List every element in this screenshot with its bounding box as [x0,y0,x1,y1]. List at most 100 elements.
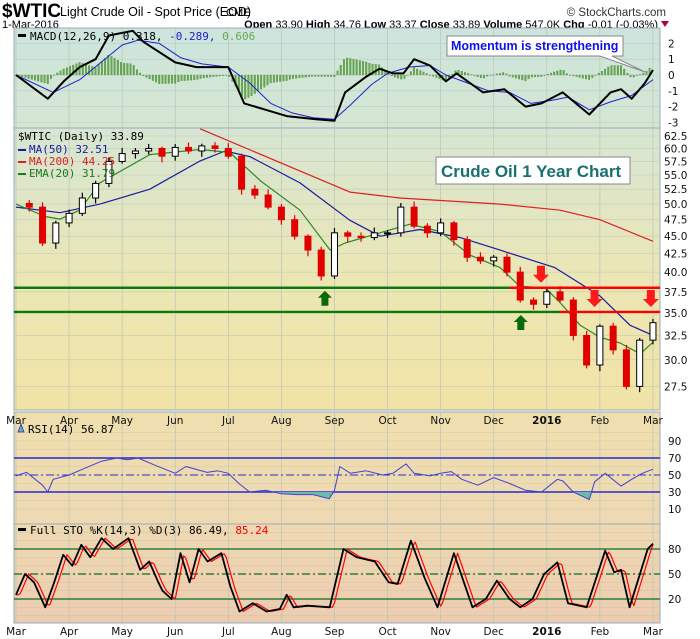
macd-histogram-bar [282,74,285,82]
macd-histogram-bar [479,74,482,78]
ma50-legend-swatch [18,149,26,151]
macd-histogram-bar [209,74,212,78]
macd-histogram-bar [460,71,463,76]
candle-down [410,206,418,227]
macd-histogram-bar [419,70,422,76]
macd-histogram-bar [69,66,71,76]
macd-histogram-bar [575,74,578,77]
candle-up [92,182,100,199]
candle-down [622,349,630,387]
macd-histogram-bar [409,71,412,76]
macd-histogram-bar [600,71,603,76]
candle-down [211,145,219,149]
macd-histogram-bar [514,74,517,79]
macd-legend-label: MACD(12,26,9) [30,30,116,43]
macd-histogram-bar [43,74,46,84]
candle-down [25,202,33,208]
macd-histogram-bar [161,74,164,84]
macd-histogram-bar [400,74,403,80]
month-label: Jul [221,415,235,427]
month-label: Sep [325,415,345,427]
macd-histogram-bar [416,68,419,76]
macd-histogram-bar [645,70,648,76]
candle-down [569,299,577,336]
macd-histogram-bar [59,70,62,76]
chart-title: Crude Oil 1 Year Chart [441,162,621,181]
candle-down [277,206,285,221]
macd-histogram-bar [40,74,43,83]
price-tick-label: 57.5 [664,156,687,168]
month-label: Feb [591,415,610,427]
macd-histogram-bar [591,74,594,78]
macd-histogram-bar [342,59,345,76]
candle-up [596,325,604,366]
macd-histogram-bar [578,74,581,78]
macd-histogram-bar [135,69,138,76]
macd-histogram-bar [390,74,393,77]
candle-up [437,222,445,234]
candle-up [171,146,179,157]
macd-histogram-bar [253,74,256,94]
macd-histogram-bar [511,74,514,78]
macd-histogram-bar [553,71,556,76]
macd-histogram-bar [534,74,536,78]
macd-histogram-bar [473,74,476,76]
macd-histogram-bar [562,70,565,76]
macd-histogram-bar [215,74,218,77]
macd-histogram-bar [362,61,364,76]
month-label-bottom: Dec [484,626,505,638]
candle-up [490,256,498,262]
candle-down [158,147,166,157]
candle-up [370,232,378,239]
momentum-callout-text: Momentum is strengthening [451,39,618,53]
macd-histogram-bar [502,72,505,76]
candle-down [463,239,471,258]
month-label-bottom: May [111,626,133,638]
macd-histogram-bar [642,72,645,76]
macd-histogram-bar [505,73,508,76]
macd-histogram-bar [218,74,221,77]
macd-histogram-bar [292,74,294,79]
macd-histogram-bar [508,74,511,77]
candle-down [39,206,47,244]
price-tick-label: 42.5 [664,249,687,261]
macd-histogram-bar [327,74,329,77]
candle-up [131,150,139,155]
macd-histogram-bar [635,74,638,76]
macd-histogram-bar [113,58,116,76]
macd-histogram-bar [272,74,275,83]
macd-tick-label: -2 [668,102,678,114]
macd-histogram-bar [142,74,145,76]
macd-histogram-bar [543,74,546,76]
macd-histogram-bar [518,74,521,80]
macd-histogram-bar [129,63,132,76]
macd-histogram-bar [186,74,189,81]
macd-histogram-bar [432,74,435,77]
macd-histogram-bar [247,74,250,98]
macd-histogram-bar [126,63,129,76]
macd-histogram-bar [530,74,533,78]
macd-histogram-bar [499,73,501,76]
macd-histogram-bar [393,74,396,78]
macd-histogram-bar [65,67,68,76]
macd-histogram-bar [403,74,406,79]
candle-down [357,235,365,239]
stock-chart: $WTIC Light Crude Oil - Spot Price (EOD)… [2,1,687,638]
macd-histogram-bar [559,69,562,76]
macd-tick-label: 2 [668,38,675,50]
macd-histogram-bar [365,61,368,76]
macd-histogram-bar [314,74,317,77]
macd-histogram-bar [24,74,27,78]
month-label: Dec [484,415,505,427]
month-label: Jun [166,415,183,427]
price-tick-label: 32.5 [664,330,687,342]
rsi-tick-label: 50 [668,470,681,482]
macd-histogram-bar [183,74,186,81]
macd-histogram-bar [387,73,390,76]
rsi-tick-label: 10 [668,504,681,516]
macd-histogram-bar [228,74,231,77]
candle-up [198,145,206,152]
macd-histogram-bar [604,68,607,76]
macd-histogram-bar [594,74,597,76]
macd-histogram-bar [495,73,498,76]
